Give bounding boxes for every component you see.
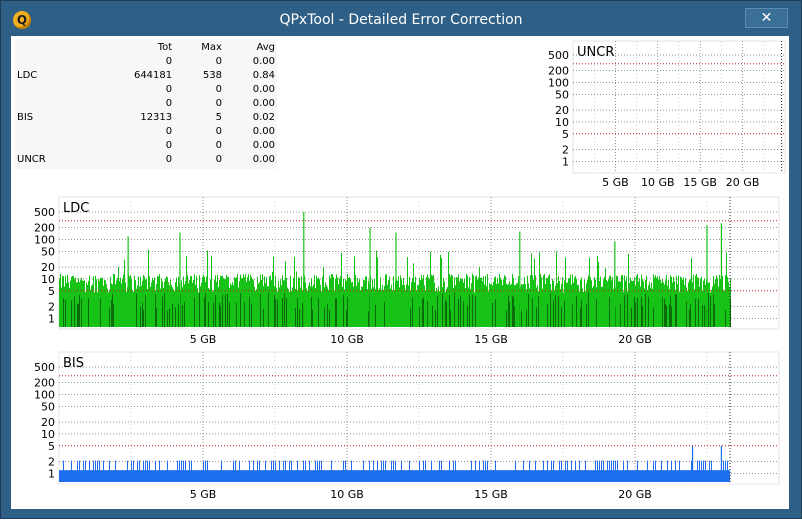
x-tick-label: 10 GB [641, 176, 675, 189]
y-tick-label: 50 [555, 88, 569, 101]
chart-ldc: 5002001005020105215 GB 10 GB 15 GB 20 GBLDC [34, 196, 780, 346]
x-tick-label: 10 GB [330, 488, 364, 501]
x-tick-label: 5 GB [602, 176, 629, 189]
y-tick-label: 5 [48, 440, 55, 453]
x-tick-label: 20 GB [726, 176, 760, 189]
x-tick-label: 15 GB [683, 176, 717, 189]
x-tick-label: 15 GB [474, 333, 508, 346]
chart-title: BIS [63, 356, 84, 371]
y-tick-label: 50 [41, 245, 55, 258]
y-tick-label: 50 [41, 400, 55, 413]
chart-bis: 5002001005020105215 GB 10 GB 15 GB 20 GBBIS [34, 351, 780, 501]
y-tick-label: 500 [34, 206, 55, 219]
x-tick-label: 20 GB [618, 488, 652, 501]
y-tick-label: 1 [562, 155, 569, 168]
x-tick-label: 5 GB [190, 488, 217, 501]
x-tick-label: 15 GB [474, 488, 508, 501]
chart-title: UNCR [577, 45, 614, 60]
x-tick-label: 5 GB [190, 333, 217, 346]
qpxtool-window: Q QPxTool - Detailed Error Correction ✕ … [0, 0, 802, 519]
y-tick-label: 1 [48, 312, 55, 325]
x-tick-label: 10 GB [330, 333, 364, 346]
y-tick-label: 500 [34, 361, 55, 374]
chart-uncr: 5002001005020105215 GB 10 GB 15 GB 20 GBUNC… [548, 40, 786, 189]
charts-layer: 5002001005020105215 GB 10 GB 15 GB 20 GBUNC… [34, 40, 786, 501]
chart-title: LDC [63, 201, 89, 216]
y-tick-label: 1 [48, 467, 55, 480]
y-tick-label: 5 [562, 128, 569, 141]
y-tick-label: 5 [48, 285, 55, 298]
x-tick-label: 20 GB [618, 333, 652, 346]
y-tick-label: 500 [548, 49, 569, 62]
